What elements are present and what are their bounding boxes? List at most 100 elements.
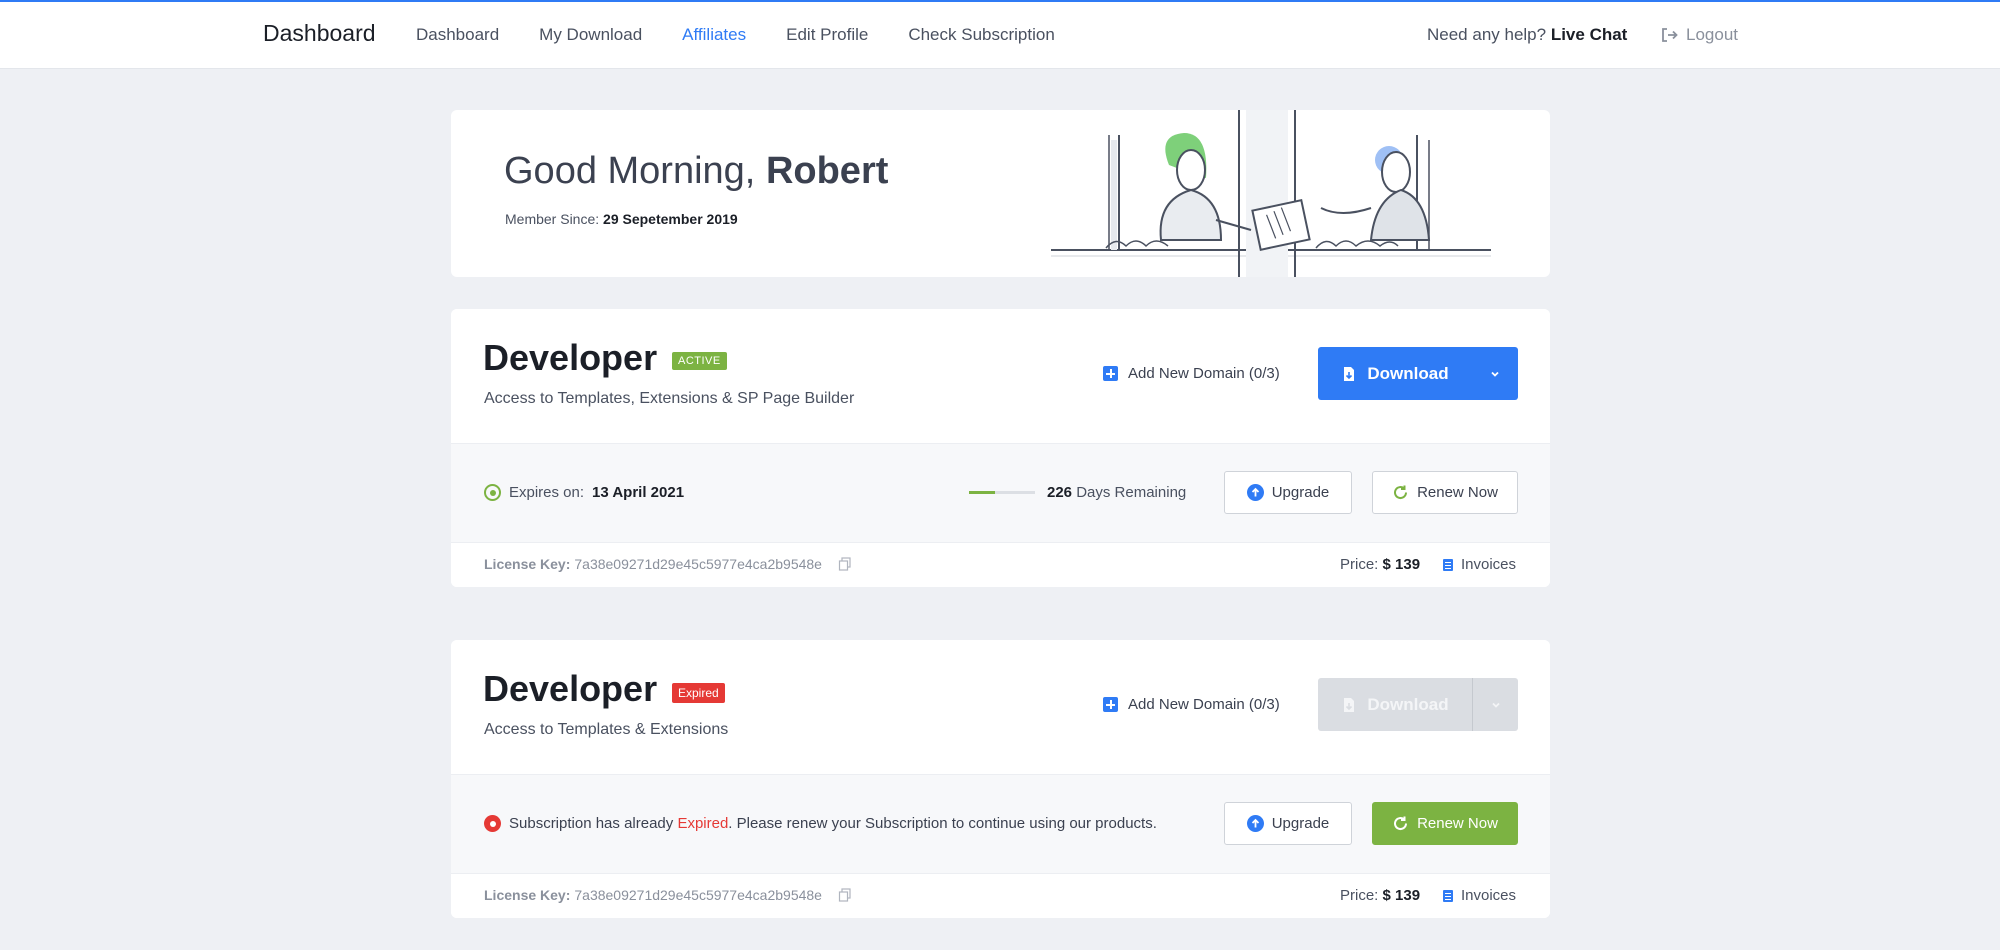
top-navbar: Dashboard Dashboard My Download Affiliat… (0, 0, 2000, 68)
refresh-icon (1394, 816, 1408, 831)
days-progress-fill (969, 491, 996, 494)
days-progress-bar (969, 491, 1035, 494)
active-status-icon (484, 484, 501, 501)
download-label: Download (1367, 694, 1449, 714)
member-since-date: 29 Sepetember 2019 (603, 211, 738, 227)
upgrade-label: Upgrade (1271, 484, 1330, 501)
download-button[interactable]: Download (1318, 347, 1518, 400)
logout-icon (1662, 28, 1678, 42)
file-download-icon (1344, 366, 1355, 381)
plan-title: Developer (483, 668, 658, 709)
member-since: Member Since: 29 Sepetember 2019 (505, 211, 738, 227)
logout-label: Logout (1686, 25, 1738, 44)
nav-my-download[interactable]: My Download (539, 25, 642, 45)
days-remaining-count: 226 (1047, 484, 1073, 501)
price-label: Price: (1340, 556, 1379, 573)
handshake-illustration (1051, 110, 1491, 277)
price-value: $ 139 (1382, 887, 1421, 904)
renew-button[interactable]: Renew Now (1372, 802, 1518, 845)
greeting: Good Morning, Robert (504, 150, 888, 193)
add-domain-label: Add New Domain (0/3) (1128, 365, 1280, 382)
plan-card-active: Developer ACTIVE Access to Templates, Ex… (451, 309, 1550, 587)
license-key-label: License Key: (484, 887, 571, 903)
price: Price: $ 139 (1340, 887, 1420, 904)
renew-label: Renew Now (1417, 815, 1498, 832)
license-key-value[interactable]: 7a38e09271d29e45c5977e4ca2b9548e (574, 887, 822, 903)
invoices-link[interactable]: Invoices (1443, 887, 1516, 904)
add-domain-button[interactable]: Add New Domain (0/3) (1103, 365, 1280, 382)
plus-icon (1103, 366, 1118, 381)
copy-icon[interactable] (838, 557, 852, 571)
plan-header: Developer ACTIVE Access to Templates, Ex… (451, 309, 1550, 443)
upgrade-icon (1246, 815, 1264, 832)
nav-dashboard[interactable]: Dashboard (416, 25, 499, 45)
price-label: Price: (1340, 887, 1379, 904)
upgrade-button[interactable]: Upgrade (1224, 471, 1352, 514)
chevron-down-icon (1491, 702, 1500, 708)
invoices-link[interactable]: Invoices (1443, 556, 1516, 573)
expires-date: 13 April 2021 (592, 484, 685, 501)
logout-button[interactable]: Logout (1660, 25, 1738, 45)
license-key: License Key: 7a38e09271d29e45c5977e4ca2b… (484, 556, 852, 572)
expired-message-text: Subscription has already Expired. Please… (509, 815, 1157, 832)
license-key-label: License Key: (484, 556, 571, 572)
copy-icon[interactable] (838, 888, 852, 902)
brand-title[interactable]: Dashboard (263, 20, 376, 47)
status-badge: ACTIVE (672, 352, 727, 370)
download-dropdown-toggle[interactable] (1472, 347, 1518, 400)
plan-footer: License Key: 7a38e09271d29e45c5977e4ca2b… (451, 874, 1550, 918)
renew-label: Renew Now (1417, 484, 1498, 501)
add-domain-label: Add New Domain (0/3) (1128, 696, 1280, 713)
user-name: Robert (765, 150, 889, 192)
download-main: Download (1318, 678, 1472, 731)
download-dropdown-toggle (1472, 678, 1518, 731)
live-chat-link[interactable]: Live Chat (1551, 25, 1628, 44)
expires-label: Expires on: (509, 484, 585, 501)
invoices-label: Invoices (1461, 556, 1517, 573)
license-key-value[interactable]: 7a38e09271d29e45c5977e4ca2b9548e (574, 556, 822, 572)
expired-message-after: . Please renew your Subscription to cont… (728, 815, 1157, 832)
plan-description: Access to Templates, Extensions & SP Pag… (484, 390, 855, 407)
plan-header: Developer Expired Access to Templates & … (451, 640, 1550, 774)
nav-affiliates[interactable]: Affiliates (682, 25, 746, 45)
invoice-icon (1443, 889, 1453, 902)
nav-edit-profile[interactable]: Edit Profile (786, 25, 868, 45)
status-badge: Expired (672, 683, 725, 703)
upgrade-label: Upgrade (1271, 815, 1330, 832)
greeting-text: Good Morning, (504, 150, 756, 192)
add-domain-button[interactable]: Add New Domain (0/3) (1103, 696, 1280, 713)
price: Price: $ 139 (1340, 556, 1420, 573)
main-nav: Dashboard My Download Affiliates Edit Pr… (416, 25, 1095, 45)
chevron-down-icon (1491, 371, 1499, 377)
upgrade-button[interactable]: Upgrade (1224, 802, 1352, 845)
expired-message-before: Subscription has already (509, 815, 674, 832)
welcome-card: Good Morning, Robert Member Since: 29 Se… (451, 110, 1550, 277)
nav-check-subscription[interactable]: Check Subscription (908, 25, 1054, 45)
download-button-disabled: Download (1318, 678, 1518, 731)
expired-word: Expired (677, 815, 729, 832)
plan-description: Access to Templates & Extensions (484, 721, 729, 738)
days-remaining-text: 226 Days Remaining (1047, 484, 1186, 501)
upgrade-icon (1246, 484, 1264, 501)
invoice-icon (1443, 558, 1453, 571)
plan-status-row: Expires on: 13 April 2021 226 Days Remai… (451, 443, 1550, 543)
refresh-icon (1394, 485, 1408, 500)
days-remaining-label: Days Remaining (1076, 484, 1187, 501)
plan-footer: License Key: 7a38e09271d29e45c5977e4ca2b… (451, 543, 1550, 587)
invoices-label: Invoices (1461, 887, 1517, 904)
member-since-label: Member Since: (505, 211, 600, 227)
plan-title: Developer (483, 337, 658, 378)
file-download-icon (1344, 697, 1355, 712)
plan-card-expired: Developer Expired Access to Templates & … (451, 640, 1550, 918)
days-remaining: 226 Days Remaining (969, 484, 1186, 501)
help-text: Need any help? Live Chat (1427, 25, 1627, 45)
expired-message: Subscription has already Expired. Please… (484, 815, 1157, 832)
renew-button[interactable]: Renew Now (1372, 471, 1518, 514)
expiry-info: Expires on: 13 April 2021 (484, 484, 684, 501)
download-label: Download (1367, 363, 1449, 383)
license-key: License Key: 7a38e09271d29e45c5977e4ca2b… (484, 887, 852, 903)
download-main[interactable]: Download (1318, 347, 1472, 400)
price-value: $ 139 (1382, 556, 1421, 573)
help-prefix: Need any help? (1427, 25, 1547, 44)
plus-icon (1103, 697, 1118, 712)
